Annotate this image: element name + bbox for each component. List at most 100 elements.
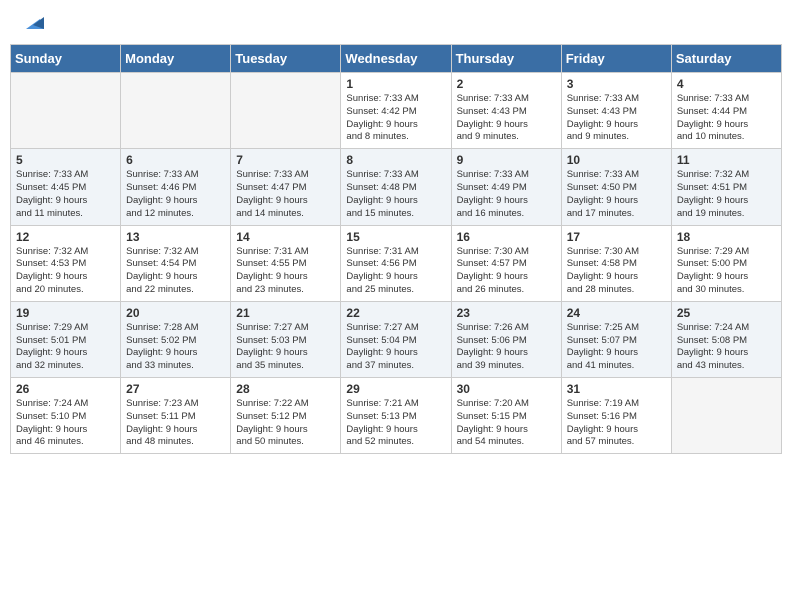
weekday-header: Tuesday: [231, 45, 341, 73]
calendar-cell: 29 Sunrise: 7:21 AM Sunset: 5:13 PM Dayli…: [341, 378, 451, 454]
day-info: Sunrise: 7:25 AM Sunset: 5:07 PM Dayligh…: [567, 322, 666, 373]
day-info: Sunrise: 7:33 AM Sunset: 4:47 PM Dayligh…: [236, 169, 335, 220]
calendar-cell: [671, 378, 781, 454]
weekday-header: Saturday: [671, 45, 781, 73]
day-number: 22: [346, 306, 445, 320]
calendar-cell: 2 Sunrise: 7:33 AM Sunset: 4:43 PM Daylig…: [451, 73, 561, 149]
day-number: 16: [457, 230, 556, 244]
calendar-cell: 14 Sunrise: 7:31 AM Sunset: 4:55 PM Dayli…: [231, 225, 341, 301]
page-header: [10, 10, 782, 34]
calendar-cell: 15 Sunrise: 7:31 AM Sunset: 4:56 PM Dayli…: [341, 225, 451, 301]
day-number: 8: [346, 153, 445, 167]
day-number: 6: [126, 153, 225, 167]
day-info: Sunrise: 7:33 AM Sunset: 4:49 PM Dayligh…: [457, 169, 556, 220]
weekday-header: Sunday: [11, 45, 121, 73]
calendar-cell: [231, 73, 341, 149]
calendar-cell: 12 Sunrise: 7:32 AM Sunset: 4:53 PM Dayli…: [11, 225, 121, 301]
calendar-cell: 1 Sunrise: 7:33 AM Sunset: 4:42 PM Daylig…: [341, 73, 451, 149]
weekday-header: Thursday: [451, 45, 561, 73]
day-info: Sunrise: 7:22 AM Sunset: 5:12 PM Dayligh…: [236, 398, 335, 449]
calendar-cell: [121, 73, 231, 149]
calendar-cell: 19 Sunrise: 7:29 AM Sunset: 5:01 PM Dayli…: [11, 301, 121, 377]
day-number: 20: [126, 306, 225, 320]
day-info: Sunrise: 7:31 AM Sunset: 4:56 PM Dayligh…: [346, 246, 445, 297]
calendar-cell: 3 Sunrise: 7:33 AM Sunset: 4:43 PM Daylig…: [561, 73, 671, 149]
day-number: 9: [457, 153, 556, 167]
day-number: 25: [677, 306, 776, 320]
day-info: Sunrise: 7:33 AM Sunset: 4:46 PM Dayligh…: [126, 169, 225, 220]
calendar-cell: 11 Sunrise: 7:32 AM Sunset: 4:51 PM Dayli…: [671, 149, 781, 225]
calendar-cell: 10 Sunrise: 7:33 AM Sunset: 4:50 PM Dayli…: [561, 149, 671, 225]
day-number: 1: [346, 77, 445, 91]
calendar-cell: 25 Sunrise: 7:24 AM Sunset: 5:08 PM Dayli…: [671, 301, 781, 377]
calendar-cell: 23 Sunrise: 7:26 AM Sunset: 5:06 PM Dayli…: [451, 301, 561, 377]
calendar-cell: 30Sunrise: 7:20 AM Sunset: 5:15 PM Dayli…: [451, 378, 561, 454]
day-info: Sunrise: 7:19 AM Sunset: 5:16 PM Dayligh…: [567, 398, 666, 449]
day-number: 24: [567, 306, 666, 320]
day-info: Sunrise: 7:32 AM Sunset: 4:53 PM Dayligh…: [16, 246, 115, 297]
day-number: 26: [16, 382, 115, 396]
day-info: Sunrise: 7:33 AM Sunset: 4:43 PM Dayligh…: [567, 93, 666, 144]
day-info: Sunrise: 7:33 AM Sunset: 4:44 PM Dayligh…: [677, 93, 776, 144]
calendar-cell: 21 Sunrise: 7:27 AM Sunset: 5:03 PM Dayli…: [231, 301, 341, 377]
day-info: Sunrise: 7:21 AM Sunset: 5:13 PM Dayligh…: [346, 398, 445, 449]
day-info: Sunrise: 7:24 AM Sunset: 5:08 PM Dayligh…: [677, 322, 776, 373]
day-info: Sunrise: 7:33 AM Sunset: 4:43 PM Dayligh…: [457, 93, 556, 144]
day-info: Sunrise: 7:27 AM Sunset: 5:04 PM Dayligh…: [346, 322, 445, 373]
logo: [20, 15, 44, 29]
day-info: Sunrise: 7:32 AM Sunset: 4:54 PM Dayligh…: [126, 246, 225, 297]
day-info: Sunrise: 7:33 AM Sunset: 4:42 PM Dayligh…: [346, 93, 445, 144]
day-info: Sunrise: 7:33 AM Sunset: 4:48 PM Dayligh…: [346, 169, 445, 220]
day-info: Sunrise: 7:26 AM Sunset: 5:06 PM Dayligh…: [457, 322, 556, 373]
day-info: Sunrise: 7:28 AM Sunset: 5:02 PM Dayligh…: [126, 322, 225, 373]
day-number: 4: [677, 77, 776, 91]
day-number: 13: [126, 230, 225, 244]
day-number: 3: [567, 77, 666, 91]
day-number: 15: [346, 230, 445, 244]
day-number: 23: [457, 306, 556, 320]
day-number: 29: [346, 382, 445, 396]
day-number: 27: [126, 382, 225, 396]
day-info: Sunrise: 7:33 AM Sunset: 4:50 PM Dayligh…: [567, 169, 666, 220]
day-info: Sunrise: 7:29 AM Sunset: 5:00 PM Dayligh…: [677, 246, 776, 297]
day-info: Sunrise: 7:24 AM Sunset: 5:10 PM Dayligh…: [16, 398, 115, 449]
calendar-cell: 18Sunrise: 7:29 AM Sunset: 5:00 PM Dayli…: [671, 225, 781, 301]
day-info: Sunrise: 7:29 AM Sunset: 5:01 PM Dayligh…: [16, 322, 115, 373]
day-number: 12: [16, 230, 115, 244]
calendar-cell: 13 Sunrise: 7:32 AM Sunset: 4:54 PM Dayli…: [121, 225, 231, 301]
weekday-header: Monday: [121, 45, 231, 73]
day-info: Sunrise: 7:23 AM Sunset: 5:11 PM Dayligh…: [126, 398, 225, 449]
day-number: 21: [236, 306, 335, 320]
calendar-cell: 28 Sunrise: 7:22 AM Sunset: 5:12 PM Dayli…: [231, 378, 341, 454]
day-info: Sunrise: 7:33 AM Sunset: 4:45 PM Dayligh…: [16, 169, 115, 220]
day-number: 2: [457, 77, 556, 91]
day-number: 11: [677, 153, 776, 167]
day-info: Sunrise: 7:32 AM Sunset: 4:51 PM Dayligh…: [677, 169, 776, 220]
day-number: 28: [236, 382, 335, 396]
day-number: 30: [457, 382, 556, 396]
calendar-cell: 20 Sunrise: 7:28 AM Sunset: 5:02 PM Dayli…: [121, 301, 231, 377]
calendar-cell: 22 Sunrise: 7:27 AM Sunset: 5:04 PM Dayli…: [341, 301, 451, 377]
calendar-cell: 26 Sunrise: 7:24 AM Sunset: 5:10 PM Dayli…: [11, 378, 121, 454]
day-number: 5: [16, 153, 115, 167]
calendar-cell: 16Sunrise: 7:30 AM Sunset: 4:57 PM Dayli…: [451, 225, 561, 301]
calendar-cell: [11, 73, 121, 149]
day-number: 19: [16, 306, 115, 320]
calendar-cell: 24 Sunrise: 7:25 AM Sunset: 5:07 PM Dayli…: [561, 301, 671, 377]
day-info: Sunrise: 7:27 AM Sunset: 5:03 PM Dayligh…: [236, 322, 335, 373]
calendar-table: SundayMondayTuesdayWednesdayThursdayFrid…: [10, 44, 782, 454]
day-number: 17: [567, 230, 666, 244]
calendar-cell: 31 Sunrise: 7:19 AM Sunset: 5:16 PM Dayli…: [561, 378, 671, 454]
calendar-cell: 27 Sunrise: 7:23 AM Sunset: 5:11 PM Dayli…: [121, 378, 231, 454]
day-number: 10: [567, 153, 666, 167]
logo-icon: [22, 11, 44, 33]
day-number: 31: [567, 382, 666, 396]
day-number: 14: [236, 230, 335, 244]
day-number: 7: [236, 153, 335, 167]
calendar-cell: 8 Sunrise: 7:33 AM Sunset: 4:48 PM Daylig…: [341, 149, 451, 225]
day-info: Sunrise: 7:31 AM Sunset: 4:55 PM Dayligh…: [236, 246, 335, 297]
weekday-header: Friday: [561, 45, 671, 73]
calendar-cell: 7 Sunrise: 7:33 AM Sunset: 4:47 PM Daylig…: [231, 149, 341, 225]
calendar-cell: 6 Sunrise: 7:33 AM Sunset: 4:46 PM Daylig…: [121, 149, 231, 225]
calendar-cell: 4 Sunrise: 7:33 AM Sunset: 4:44 PM Daylig…: [671, 73, 781, 149]
